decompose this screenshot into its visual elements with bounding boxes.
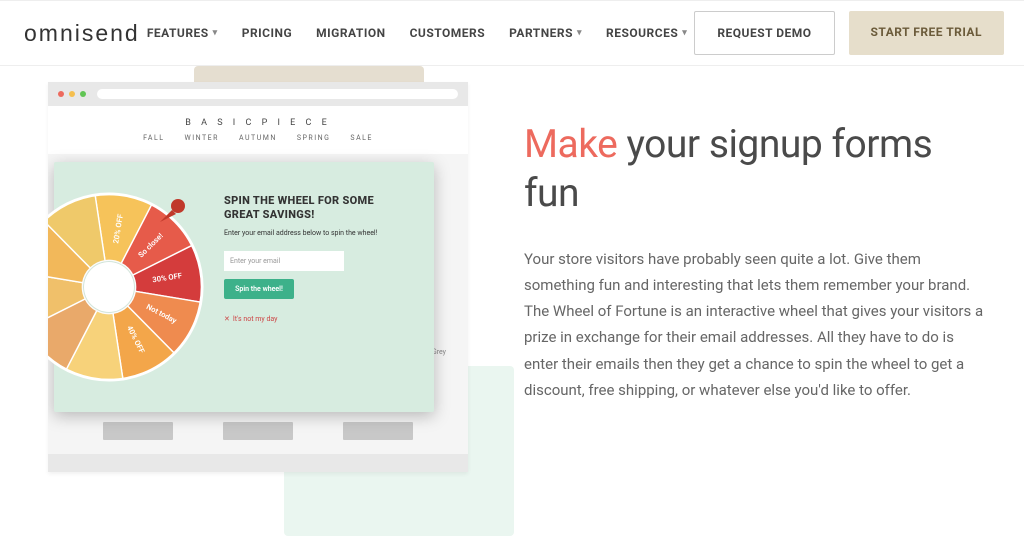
hero-illustration: B A S I C P I E C E FALL WINTER AUTUMN S… — [24, 66, 494, 506]
request-demo-button[interactable]: REQUEST DEMO — [694, 11, 834, 55]
mock-site-brand: B A S I C P I E C E — [185, 118, 330, 128]
close-icon: ✕ — [224, 315, 230, 323]
popup-subtitle: Enter your email address below to spin t… — [224, 229, 408, 237]
mock-nav-item: WINTER — [185, 134, 219, 142]
popup-title: SPIN THE WHEEL FOR SOME GREAT SAVINGS! — [224, 194, 408, 223]
hero-copy: Make your signup forms fun Your store vi… — [524, 66, 1000, 506]
nav-customers[interactable]: CUSTOMERS — [410, 26, 486, 40]
mock-nav-item: FALL — [143, 134, 164, 142]
popup-skip-link[interactable]: ✕ It's not my day — [224, 315, 408, 323]
brand-logo[interactable]: omnisend — [24, 20, 140, 47]
hero-headline-accent: Make — [524, 121, 617, 167]
wheel-container: 20% OFFSo close!30% OFFNot today40% OFF — [54, 162, 214, 412]
hero-headline: Make your signup forms fun — [524, 120, 990, 218]
hero-body: Your store visitors have probably seen q… — [524, 246, 990, 404]
popup-body: SPIN THE WHEEL FOR SOME GREAT SAVINGS! E… — [214, 162, 434, 412]
mock-product-button — [223, 422, 293, 440]
main: B A S I C P I E C E FALL WINTER AUTUMN S… — [0, 66, 1024, 506]
wheel-pointer-icon — [158, 196, 188, 226]
nav-features[interactable]: FEATURES▾ — [147, 26, 218, 40]
start-trial-button[interactable]: START FREE TRIAL — [849, 11, 1004, 55]
mock-product-button — [103, 422, 173, 440]
address-bar — [97, 89, 458, 99]
wheel-hub — [84, 262, 134, 312]
nav-pricing[interactable]: PRICING — [242, 26, 292, 40]
cta-group: REQUEST DEMO START FREE TRIAL — [694, 11, 1004, 55]
window-chrome — [48, 82, 468, 106]
mock-product-label: Grey — [432, 348, 446, 356]
mock-nav-item: AUTUMN — [239, 134, 277, 142]
nav-resources[interactable]: RESOURCES▾ — [606, 26, 687, 40]
mock-site-nav: FALL WINTER AUTUMN SPRING SALE — [143, 134, 373, 142]
traffic-light-red-icon — [58, 91, 64, 97]
wheel-popup: 20% OFFSo close!30% OFFNot today40% OFF … — [54, 162, 434, 412]
popup-email-input[interactable]: Enter your email — [224, 251, 344, 271]
chevron-down-icon: ▾ — [213, 28, 218, 38]
mock-nav-item: SALE — [350, 134, 372, 142]
mock-nav-item: SPRING — [297, 134, 331, 142]
primary-nav: FEATURES▾ PRICING MIGRATION CUSTOMERS PA… — [147, 26, 687, 40]
chevron-down-icon: ▾ — [577, 28, 582, 38]
chevron-down-icon: ▾ — [682, 28, 687, 38]
nav-migration[interactable]: MIGRATION — [316, 26, 385, 40]
mock-site-header: B A S I C P I E C E FALL WINTER AUTUMN S… — [48, 106, 468, 154]
header: omnisend FEATURES▾ PRICING MIGRATION CUS… — [0, 0, 1024, 66]
mock-product-button — [343, 422, 413, 440]
traffic-light-green-icon — [80, 91, 86, 97]
mock-browser-window: B A S I C P I E C E FALL WINTER AUTUMN S… — [48, 82, 468, 472]
nav-partners[interactable]: PARTNERS▾ — [509, 26, 582, 40]
popup-spin-button[interactable]: Spin the wheel! — [224, 279, 294, 299]
traffic-light-yellow-icon — [69, 91, 75, 97]
